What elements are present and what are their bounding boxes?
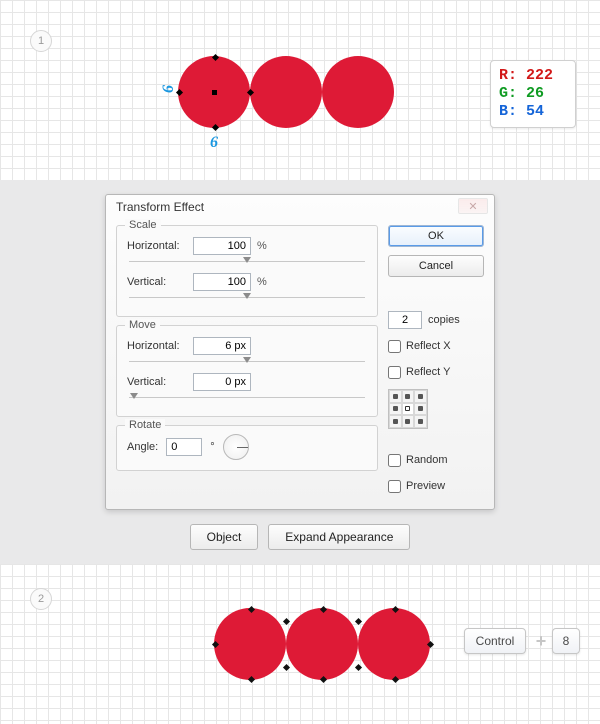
p2-anchor[interactable]: [283, 664, 290, 671]
menu-path-buttons: Object Expand Appearance: [190, 524, 411, 550]
reflect-x-checkbox[interactable]: [388, 340, 401, 353]
scale-horizontal-slider[interactable]: [129, 258, 365, 266]
group-move-legend: Move: [125, 319, 160, 331]
rgb-b: B: 54: [499, 103, 567, 121]
move-horizontal-slider[interactable]: [129, 358, 365, 366]
keycap-control: Control: [464, 628, 526, 654]
copies-label: copies: [428, 314, 460, 326]
scale-vertical-label: Vertical:: [127, 276, 187, 288]
rgb-g: G: 26: [499, 85, 567, 103]
circle-3: [322, 56, 394, 128]
transform-origin-grid[interactable]: [388, 389, 428, 429]
object-button[interactable]: Object: [190, 524, 259, 550]
group-move: Move Horizontal: Vertical:: [116, 325, 378, 417]
random-checkbox[interactable]: [388, 454, 401, 467]
preview-checkbox[interactable]: [388, 480, 401, 493]
preview-label: Preview: [406, 480, 445, 492]
plus-icon: +: [532, 632, 550, 650]
p2-anchor[interactable]: [355, 664, 362, 671]
panel-step-2: 2 Control + 8: [0, 564, 600, 724]
panel-step-1: 1 6 6 R: 222 G: 26 B: 54: [0, 0, 600, 180]
scale-vertical-unit: %: [257, 276, 275, 288]
move-horizontal-input[interactable]: [193, 337, 251, 355]
anchor-center[interactable]: [212, 90, 217, 95]
close-icon[interactable]: ✕: [458, 198, 488, 214]
rgb-r: R: 222: [499, 67, 567, 85]
group-rotate: Rotate Angle: °: [116, 425, 378, 471]
reflect-y-label: Reflect Y: [406, 366, 450, 378]
random-label: Random: [406, 454, 448, 466]
rotate-angle-input[interactable]: [166, 438, 202, 456]
scale-horizontal-input[interactable]: [193, 237, 251, 255]
dialog-zone: Transform Effect ✕ Scale Horizontal: % V…: [0, 180, 600, 564]
circle-merged-3[interactable]: [358, 608, 430, 680]
transform-effect-dialog: Transform Effect ✕ Scale Horizontal: % V…: [105, 194, 495, 510]
rgb-readout: R: 222 G: 26 B: 54: [490, 60, 576, 128]
reflect-y-checkbox[interactable]: [388, 366, 401, 379]
p2-anchor[interactable]: [355, 618, 362, 625]
move-vertical-slider[interactable]: [129, 394, 365, 402]
group-rotate-legend: Rotate: [125, 419, 165, 431]
move-horizontal-label: Horizontal:: [127, 340, 187, 352]
reflect-x-label: Reflect X: [406, 340, 451, 352]
p2-anchor[interactable]: [283, 618, 290, 625]
rotate-angle-unit: °: [210, 441, 214, 453]
scale-horizontal-label: Horizontal:: [127, 240, 187, 252]
step-badge-1: 1: [30, 30, 52, 52]
scale-horizontal-unit: %: [257, 240, 275, 252]
circle-merged-2[interactable]: [286, 608, 358, 680]
step-badge-2: 2: [30, 588, 52, 610]
dimension-label-vertical: 6: [160, 85, 178, 93]
group-scale: Scale Horizontal: % Vertical: %: [116, 225, 378, 317]
move-vertical-input[interactable]: [193, 373, 251, 391]
circle-2: [250, 56, 322, 128]
scale-vertical-input[interactable]: [193, 273, 251, 291]
move-vertical-label: Vertical:: [127, 376, 187, 388]
dimension-label-horizontal: 6: [210, 134, 218, 152]
dialog-titlebar[interactable]: Transform Effect ✕: [106, 195, 494, 219]
group-scale-legend: Scale: [125, 219, 161, 231]
cancel-button[interactable]: Cancel: [388, 255, 484, 277]
rotate-angle-label: Angle:: [127, 441, 158, 453]
scale-vertical-slider[interactable]: [129, 294, 365, 302]
circle-merged-1[interactable]: [214, 608, 286, 680]
expand-appearance-button[interactable]: Expand Appearance: [268, 524, 410, 550]
copies-input[interactable]: [388, 311, 422, 329]
ok-button[interactable]: OK: [388, 225, 484, 247]
keycap-8: 8: [552, 628, 580, 654]
rotate-angle-dial[interactable]: [223, 434, 249, 460]
dialog-title: Transform Effect: [116, 200, 204, 214]
